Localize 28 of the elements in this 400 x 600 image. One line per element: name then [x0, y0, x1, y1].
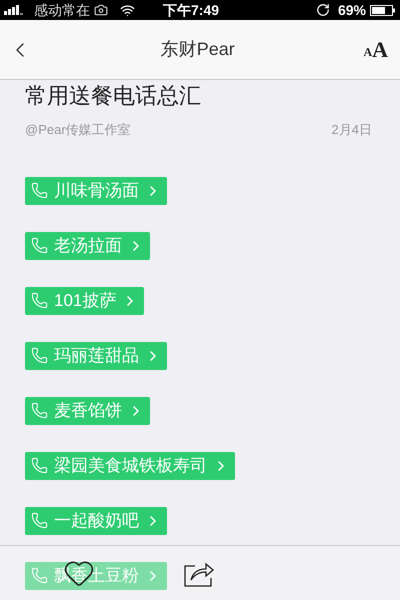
call-button[interactable]: 麦香馅饼 [25, 396, 150, 424]
call-button[interactable]: 梁园美食城铁板寿司 [25, 452, 235, 480]
phone-icon [31, 402, 48, 419]
battery-percent: 69% [338, 0, 366, 20]
call-button[interactable]: 一起酸奶吧 [25, 506, 167, 534]
article-date: 2月4日 [332, 121, 373, 139]
article-title: 常用送餐电话总汇 [25, 82, 202, 110]
nav-title: 东财Pear [160, 38, 235, 61]
article-author: @Pear传媒工作室 [25, 121, 131, 139]
carrier-name: 感动常在 [34, 0, 90, 20]
call-button[interactable]: 飘香土豆粉 [25, 562, 167, 590]
call-button[interactable]: 101披萨 [25, 286, 144, 314]
call-button[interactable]: 玛丽莲甜品 [25, 342, 167, 370]
phone-icon [31, 292, 48, 309]
font-size-button[interactable]: AA [363, 38, 392, 60]
phone-icon [31, 457, 48, 474]
wifi-icon [120, 2, 135, 18]
rotation-lock-icon [316, 3, 330, 17]
camera-icon [94, 3, 108, 17]
battery-icon [370, 4, 396, 16]
phone-icon [31, 237, 48, 254]
call-button[interactable]: 老汤拉面 [25, 232, 150, 260]
phone-icon [31, 567, 48, 584]
phone-icon [31, 182, 48, 199]
phone-icon [31, 512, 48, 529]
clock: 下午7:49 [163, 0, 220, 20]
phone-icon [31, 347, 48, 364]
call-button[interactable]: 川味骨汤面 [25, 176, 167, 204]
